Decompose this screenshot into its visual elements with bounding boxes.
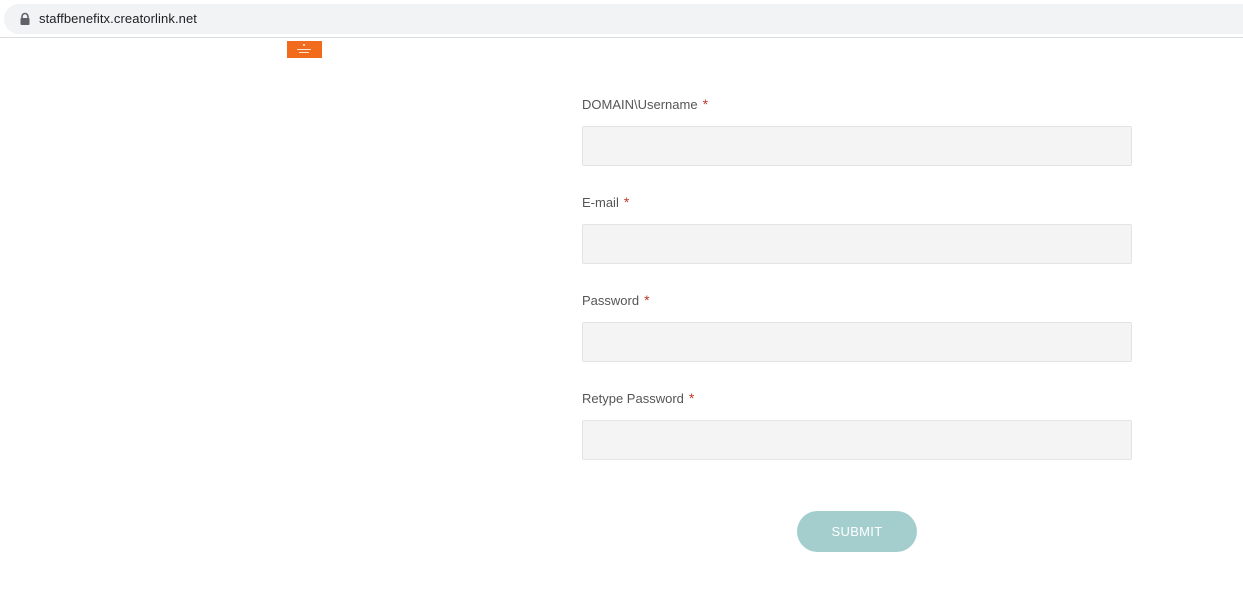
lock-icon[interactable]	[18, 12, 32, 26]
retype-password-input[interactable]	[582, 420, 1132, 460]
required-marker: *	[688, 390, 695, 406]
logo-mark-icon	[303, 44, 305, 46]
username-input[interactable]	[582, 126, 1132, 166]
logo-line-icon	[297, 49, 311, 50]
password-input[interactable]	[582, 322, 1132, 362]
submit-button[interactable]: SUBMIT	[797, 511, 917, 552]
url-field[interactable]: staffbenefitx.creatorlink.net	[4, 4, 1243, 34]
username-label-text: DOMAIN\Username	[582, 97, 698, 112]
required-marker: *	[702, 96, 709, 112]
password-label-text: Password	[582, 293, 640, 308]
browser-address-bar: staffbenefitx.creatorlink.net	[0, 0, 1243, 38]
email-input[interactable]	[582, 224, 1132, 264]
required-marker: *	[623, 194, 630, 210]
required-marker: *	[644, 292, 650, 308]
email-label: E-mail *	[582, 194, 629, 210]
logo-line-icon	[299, 52, 309, 53]
retype-password-label: Retype Password *	[582, 390, 694, 406]
password-label: Password *	[582, 292, 650, 308]
retype-password-label-text: Retype Password	[582, 391, 684, 406]
email-label-text: E-mail	[582, 195, 619, 210]
site-logo[interactable]	[287, 41, 322, 58]
username-label: DOMAIN\Username *	[582, 96, 708, 112]
url-text[interactable]: staffbenefitx.creatorlink.net	[39, 11, 197, 26]
